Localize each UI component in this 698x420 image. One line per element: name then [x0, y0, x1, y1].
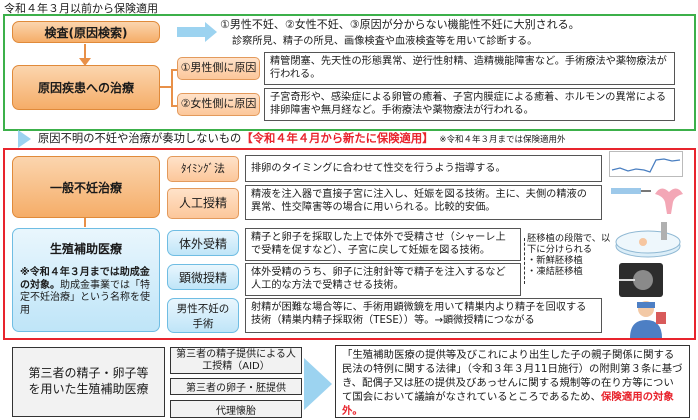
microscope-image — [619, 263, 663, 297]
third-party-arrow-icon — [304, 358, 332, 410]
embryo-bracket — [524, 238, 525, 284]
surgeon-image — [616, 298, 680, 338]
mid-banner-note: ※令和４年３月までは保険適用外 — [439, 135, 566, 145]
timing-text: 排卵のタイミングに合わせて性交を行うよう指導する。 — [245, 155, 602, 182]
right-arrow-icon — [177, 27, 207, 37]
icsi-button[interactable]: 顕微授精 — [167, 264, 239, 290]
cause-treatment-button[interactable]: 原因疾患への治療 — [12, 65, 160, 110]
mid-banner: 原因不明の不妊や治療が奏功しないもの【令和４年４月から新たに保険適用】 ※令和４年… — [38, 130, 566, 146]
male-surgery-button[interactable]: 男性不妊の手術 — [167, 298, 239, 333]
basal-temperature-chart-image — [609, 151, 683, 177]
third-party-label: 第三者の精子・卵子等を用いた生殖補助医療 — [12, 347, 165, 417]
mid-banner-red: 【令和４年４月から新たに保険適用】 — [241, 132, 434, 145]
petri-dish-image — [613, 222, 683, 260]
branch-line-v — [171, 69, 173, 107]
mid-banner-text: 原因不明の不妊や治療が奏功しないもの — [38, 132, 242, 145]
ai-text: 精液を注入器で直接子宮に注入し、妊娠を図る技術。主に、夫側の精液の異常、性交障害… — [245, 185, 602, 220]
female-cause-button[interactable]: ②女性側に原因 — [177, 93, 260, 116]
banner-arrow-icon — [18, 130, 31, 148]
icsi-text: 体外受精のうち、卵子に注射針等で精子を注入するなど人工的な方法で受精させる技術。 — [245, 263, 521, 296]
male-cause-button[interactable]: ①男性側に原因 — [177, 57, 260, 80]
embryo-title: 胚移植の段階で、以下に分けられる — [527, 233, 611, 256]
male-surgery-text: 射精が困難な場合等に、手術用顕微鏡を用いて精巣内より精子を回収する技術（精巣内精… — [245, 298, 602, 333]
female-cause-text: 子宮奇形や、感染症による卵管の癒着、子宮内膜症による癒着、ホルモンの異常による排… — [264, 88, 675, 121]
flow-connector-2 — [84, 218, 86, 227]
third-party-surrogacy: 代理懐胎 — [170, 400, 302, 418]
exam-button[interactable]: 検査(原因検索) — [12, 21, 160, 43]
uterus-syringe-image — [609, 182, 685, 218]
exam-desc: ①男性不妊、②女性不妊、③原因が分からない機能性不妊に大別される。 — [220, 18, 580, 31]
male-cause-text: 精管閉塞、先天性の形態異常、逆行性射精、造精機能障害など。手術療法や薬物療法が行… — [264, 52, 675, 85]
third-party-desc: 「生殖補助医療の提供等及びこれにより出生した子の親子関係に関する民法の特例に関す… — [335, 345, 690, 418]
art-note: ※令和４年３月までは助成金の対象。助成金事業では「特定不妊治療」という名称を使用 — [20, 267, 156, 317]
right-arrow-head-icon — [205, 22, 217, 42]
third-party-egg: 第三者の卵子・胚提供 — [170, 378, 302, 395]
general-treatment-button[interactable]: 一般不妊治療 — [12, 156, 160, 218]
embryo-info: 胚移植の段階で、以下に分けられる ・新鮮胚移植 ・凍結胚移植 — [527, 233, 611, 278]
ivf-button[interactable]: 体外受精 — [167, 230, 239, 256]
embryo-fresh: ・新鮮胚移植 — [527, 255, 583, 267]
ivf-text: 精子と卵子を採取した上で体外で受精させ（シャーレ上で受精を促すなど）、子宮に戻し… — [245, 228, 521, 261]
art-label: 生殖補助医療 — [49, 242, 122, 256]
embryo-frozen: ・凍結胚移植 — [527, 266, 583, 278]
timing-button[interactable]: ﾀｲﾐﾝｸﾞ法 — [167, 156, 239, 182]
third-party-aid: 第三者の精子提供による人工授精（AID） — [170, 347, 302, 374]
exam-sub: 診察所見、精子の所見、画像検査や血液検査等を用いて診断する。 — [232, 36, 538, 47]
ai-button[interactable]: 人工授精 — [167, 188, 239, 219]
